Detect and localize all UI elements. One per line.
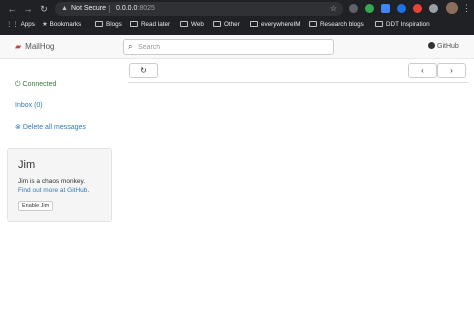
jim-title: Jim bbox=[18, 159, 36, 171]
delete-all-link[interactable]: ⊗ Delete all messages bbox=[15, 123, 86, 131]
jim-description: Jim is a chaos monkey. bbox=[18, 178, 86, 185]
folder-icon bbox=[213, 21, 221, 27]
bookmark-label: DDT Inspiration bbox=[386, 21, 430, 28]
bookmark-label: Other bbox=[224, 21, 240, 28]
search-input[interactable] bbox=[138, 41, 328, 53]
jim-more-info: Find out more at GitHub. bbox=[18, 187, 89, 194]
bookmark-other[interactable]: Other bbox=[213, 18, 240, 32]
extension-icon[interactable] bbox=[397, 4, 406, 13]
toolbar-divider bbox=[128, 82, 468, 83]
search-icon: ⌕ bbox=[128, 42, 133, 51]
omnibox-divider bbox=[109, 5, 110, 13]
folder-icon bbox=[95, 21, 103, 27]
delete-all-label: Delete all messages bbox=[22, 124, 86, 131]
security-label: Not Secure bbox=[71, 5, 107, 12]
inbox-link[interactable]: Inbox (0) bbox=[15, 102, 43, 109]
bookmark-label: Blogs bbox=[106, 21, 122, 28]
chevron-left-icon: ‹ bbox=[421, 66, 424, 75]
warning-icon: ▲ bbox=[61, 5, 68, 12]
enable-jim-button[interactable]: Enable Jim bbox=[18, 201, 54, 211]
connection-status: ⏻ Connected bbox=[15, 81, 56, 89]
bookmarks-bar: ⋮⋮ Apps ★ Bookmarks Blogs Read later Web O… bbox=[0, 18, 474, 32]
bookmark-label: Apps bbox=[20, 21, 35, 28]
brand-label: MailHog bbox=[25, 42, 55, 51]
bookmark-label: Read later bbox=[141, 21, 171, 28]
bookmark-web[interactable]: Web bbox=[180, 18, 204, 32]
browser-chrome: ← → ↻ ▲ Not Secure 0.0.0.0:8025 ☆ ⋮ ⋮⋮ Ap… bbox=[0, 0, 474, 35]
github-label: GitHub bbox=[437, 43, 459, 50]
profile-avatar[interactable] bbox=[446, 2, 458, 14]
next-page-button[interactable]: › bbox=[437, 63, 466, 78]
connection-label: Connected bbox=[22, 81, 57, 88]
mailhog-pig-icon: ▰ bbox=[15, 42, 22, 51]
bookmark-blogs[interactable]: Blogs bbox=[95, 18, 122, 32]
jim-github-link[interactable]: GitHub bbox=[67, 187, 87, 194]
power-icon: ⏻ bbox=[15, 81, 21, 88]
chevron-right-icon: › bbox=[450, 66, 453, 75]
refresh-button[interactable]: ↻ bbox=[129, 63, 158, 78]
bookmark-label: everywhereIM bbox=[261, 21, 301, 28]
jim-more-prefix[interactable]: Find out more at bbox=[18, 187, 65, 194]
bookmark-star-icon[interactable]: ☆ bbox=[330, 2, 337, 16]
grammarly-icon[interactable] bbox=[365, 4, 374, 13]
github-icon bbox=[428, 42, 435, 49]
url-host: 0.0.0.0 bbox=[116, 5, 138, 12]
folder-icon bbox=[180, 21, 188, 27]
extension-icon[interactable] bbox=[349, 4, 358, 13]
url-text: 0.0.0.0:8025 bbox=[116, 2, 155, 16]
address-bar[interactable]: ▲ Not Secure 0.0.0.0:8025 ☆ bbox=[55, 2, 343, 16]
bookmark-apps[interactable]: ⋮⋮ Apps bbox=[6, 18, 35, 32]
forward-arrow-icon[interactable]: → bbox=[22, 3, 34, 15]
brand-link[interactable]: ▰ MailHog bbox=[15, 35, 55, 59]
bookmark-label: Research blogs bbox=[320, 21, 364, 28]
bookmark-bookmarks[interactable]: ★ Bookmarks bbox=[42, 18, 81, 32]
jim-more-suffix: . bbox=[87, 187, 90, 194]
folder-icon bbox=[309, 21, 317, 27]
back-arrow-icon[interactable]: ← bbox=[6, 3, 18, 15]
mailhog-navbar: ▰MailHog ⌕ GitHub bbox=[0, 35, 474, 59]
search-box: ⌕ bbox=[123, 39, 334, 55]
apps-grid-icon: ⋮⋮ bbox=[6, 21, 19, 28]
bookmark-everywhereim[interactable]: everywhereIM bbox=[250, 18, 301, 32]
bookmark-research-blogs[interactable]: Research blogs bbox=[309, 18, 364, 32]
github-link[interactable]: GitHub bbox=[428, 35, 459, 59]
bookmark-label: Web bbox=[191, 21, 204, 28]
more-menu-icon[interactable]: ⋮ bbox=[462, 2, 471, 14]
url-port: :8025 bbox=[137, 5, 155, 12]
extension-icon[interactable] bbox=[413, 4, 422, 13]
extension-icon[interactable] bbox=[429, 4, 438, 13]
folder-icon bbox=[250, 21, 258, 27]
bookmark-read-later[interactable]: Read later bbox=[130, 18, 170, 32]
bookmark-ddt-inspiration[interactable]: DDT Inspiration bbox=[375, 18, 430, 32]
folder-icon bbox=[375, 21, 383, 27]
jim-panel: Jim Jim is a chaos monkey. Find out more… bbox=[7, 148, 112, 222]
inbox-label: Inbox (0) bbox=[15, 102, 43, 109]
refresh-icon: ↻ bbox=[140, 66, 147, 75]
star-icon: ★ bbox=[42, 21, 48, 28]
reload-icon[interactable]: ↻ bbox=[38, 3, 50, 15]
remove-circle-icon: ⊗ bbox=[15, 124, 21, 131]
folder-icon bbox=[130, 21, 138, 27]
previous-page-button[interactable]: ‹ bbox=[408, 63, 437, 78]
bookmark-label: Bookmarks bbox=[49, 21, 82, 28]
extension-icon[interactable] bbox=[381, 4, 390, 13]
